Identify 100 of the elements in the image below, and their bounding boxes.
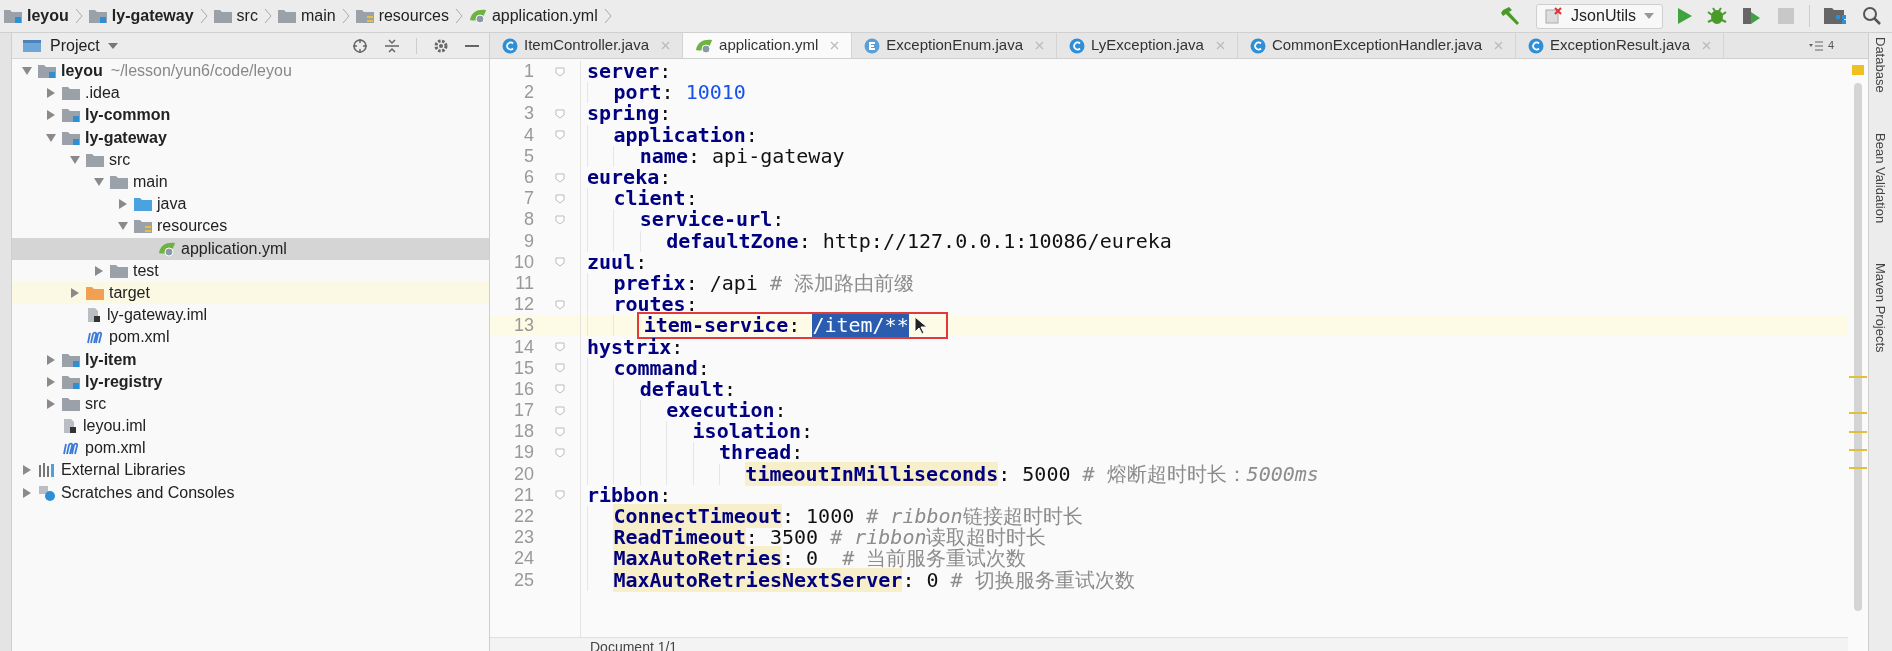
breadcrumb-item[interactable]: resources <box>355 4 449 28</box>
project-view-dropdown[interactable]: Project <box>22 33 118 58</box>
module-folder-icon <box>62 352 80 367</box>
run-icon[interactable] <box>1677 7 1693 25</box>
tree-item[interactable]: test <box>12 259 489 282</box>
fold-icon[interactable] <box>555 172 565 183</box>
expanded-arrow-icon[interactable] <box>46 132 56 143</box>
warning-marker[interactable] <box>1849 449 1867 451</box>
item-label: ly-gateway <box>85 127 167 148</box>
tool-window-button[interactable]: Maven Projects <box>1870 262 1891 353</box>
line-number: 14 <box>512 335 535 359</box>
fold-icon[interactable] <box>555 193 565 204</box>
fold-icon[interactable] <box>555 405 565 416</box>
tree-item[interactable]: src <box>12 392 489 415</box>
tree-item[interactable]: pom.xml <box>12 437 489 460</box>
collapsed-arrow-icon[interactable] <box>118 199 128 210</box>
tree-item[interactable]: target <box>12 281 489 305</box>
fold-icon[interactable] <box>555 257 565 268</box>
debug-icon[interactable] <box>1707 6 1727 26</box>
collapsed-arrow-icon[interactable] <box>70 287 80 298</box>
fold-icon[interactable] <box>555 384 565 395</box>
tree-item[interactable]: Scratches and Consoles <box>12 481 489 504</box>
tree-item[interactable]: External Libraries <box>12 459 489 482</box>
fold-icon[interactable] <box>555 363 565 374</box>
breadcrumb-item[interactable]: leyou <box>4 4 69 28</box>
tree-item[interactable]: ly-gateway.iml <box>12 304 489 327</box>
module-folder-icon <box>62 108 80 123</box>
tool-window-button[interactable]: Bean Validation <box>1870 132 1891 223</box>
fold-icon[interactable] <box>555 299 565 310</box>
window-icon <box>22 37 42 54</box>
tree-item[interactable]: ly-registry <box>12 370 489 393</box>
tree-item[interactable]: ly-common <box>12 104 489 127</box>
tree-item[interactable]: src <box>12 148 489 171</box>
code-line: MaxAutoRetriesNextServer: 0 # 切换服务重试次数 <box>613 569 1135 591</box>
fold-icon[interactable] <box>555 342 565 353</box>
search-icon[interactable] <box>1862 6 1882 26</box>
collapsed-arrow-icon[interactable] <box>22 465 32 476</box>
editor-tab[interactable]: application.yml <box>683 33 853 58</box>
tab-list-button[interactable]: 4 <box>1808 33 1868 58</box>
collapsed-arrow-icon[interactable] <box>94 265 104 276</box>
tree-item[interactable]: ly-item <box>12 348 489 371</box>
close-icon[interactable] <box>1702 41 1712 50</box>
expanded-arrow-icon[interactable] <box>94 177 104 188</box>
tree-item[interactable]: .idea <box>12 82 489 105</box>
item-label: pom.xml <box>85 438 146 459</box>
close-icon[interactable] <box>1215 41 1225 50</box>
item-label: src <box>109 149 131 170</box>
fold-icon[interactable] <box>555 490 565 501</box>
tree-item[interactable]: pom.xml <box>12 326 489 349</box>
fold-icon[interactable] <box>555 426 565 437</box>
tool-window-button[interactable]: Database <box>1870 37 1891 93</box>
collapse-all-icon[interactable] <box>384 37 400 54</box>
breadcrumb-item[interactable]: ly-gateway <box>88 4 194 28</box>
tree-item[interactable]: leyou ~/lesson/yun6/code/leyou <box>12 60 489 83</box>
tree-item[interactable]: leyou.iml <box>12 415 489 438</box>
editor-tab[interactable]: CommonExceptionHandler.java <box>1237 33 1516 58</box>
settings-icon[interactable] <box>433 37 449 54</box>
locate-icon[interactable] <box>352 37 368 54</box>
collapsed-arrow-icon[interactable] <box>22 487 32 498</box>
folder-icon <box>277 9 296 23</box>
warning-marker[interactable] <box>1849 412 1867 414</box>
collapsed-arrow-icon[interactable] <box>46 110 56 121</box>
expanded-arrow-icon[interactable] <box>22 66 32 77</box>
tree-item[interactable]: java <box>12 193 489 216</box>
breadcrumb-item[interactable]: main <box>277 4 336 28</box>
warning-marker[interactable] <box>1849 376 1867 378</box>
fold-icon[interactable] <box>555 214 565 225</box>
editor-tab[interactable]: ExceptionEnum.java <box>852 33 1058 58</box>
tree-item[interactable]: resources <box>12 215 489 238</box>
run-configuration-dropdown[interactable]: JsonUtils <box>1536 3 1663 29</box>
module-file-icon <box>62 418 78 435</box>
item-label: leyou <box>61 61 103 82</box>
expanded-arrow-icon[interactable] <box>118 221 128 232</box>
close-icon[interactable] <box>830 41 840 50</box>
breadcrumb-item[interactable]: src <box>213 4 258 28</box>
fold-icon[interactable] <box>555 130 565 141</box>
item-label: pom.xml <box>109 327 170 348</box>
collapsed-arrow-icon[interactable] <box>46 376 56 387</box>
warning-marker[interactable] <box>1849 467 1867 469</box>
fold-icon[interactable] <box>555 108 565 119</box>
collapsed-arrow-icon[interactable] <box>46 398 56 409</box>
collapsed-arrow-icon[interactable] <box>46 88 56 99</box>
expanded-arrow-icon[interactable] <box>70 154 80 165</box>
tree-item[interactable]: ly-gateway <box>12 126 489 149</box>
tree-item[interactable]: application.yml <box>12 237 489 260</box>
fold-icon[interactable] <box>555 66 565 77</box>
project-structure-icon[interactable] <box>1824 6 1848 26</box>
close-icon[interactable] <box>1494 41 1503 50</box>
editor-tab[interactable]: ExceptionResult.java <box>1516 33 1725 58</box>
line-number: 24 <box>512 547 535 571</box>
breadcrumb-item[interactable]: application.yml <box>468 4 598 28</box>
tree-item[interactable]: main <box>12 170 489 194</box>
caret-icon <box>1644 13 1654 19</box>
close-icon[interactable] <box>661 41 671 50</box>
scrollbar-thumb[interactable] <box>1854 83 1862 611</box>
collapsed-arrow-icon[interactable] <box>46 354 56 365</box>
warning-marker[interactable] <box>1849 431 1867 433</box>
editor-tab[interactable]: LyException.java <box>1057 33 1238 58</box>
fold-icon[interactable] <box>555 447 565 458</box>
close-icon[interactable] <box>1035 41 1045 50</box>
